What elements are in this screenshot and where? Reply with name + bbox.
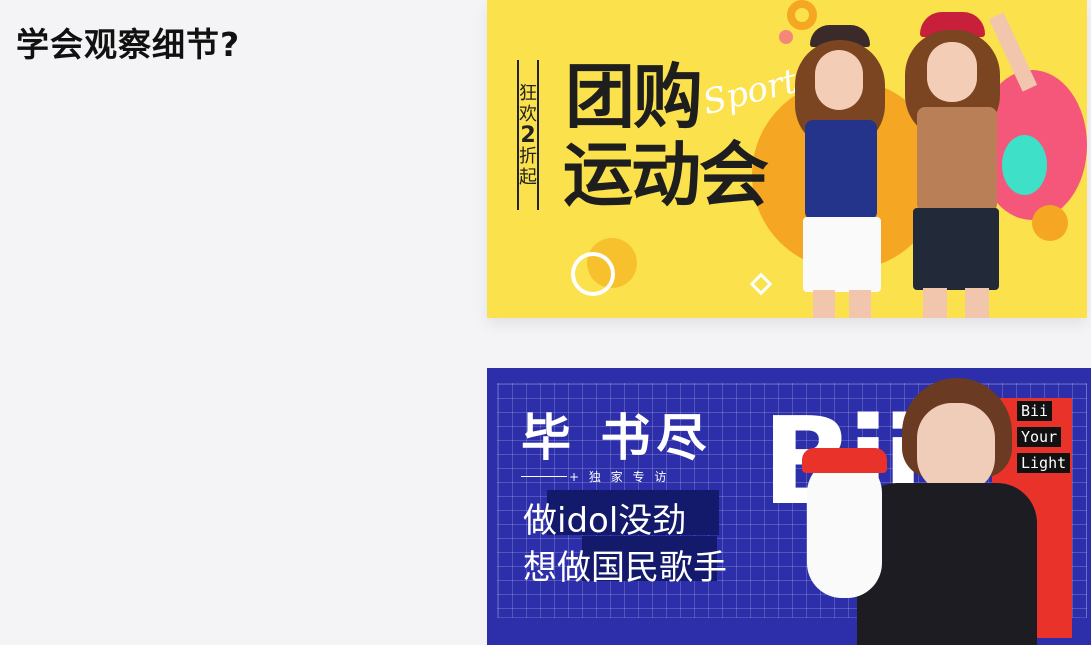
interview-banner: 毕 书尽 + 独 家 专 访 做idol没劲 想做国民歌手 Bii Bii Yo…	[487, 368, 1091, 645]
vertical-char: 2	[520, 122, 536, 148]
headline-line2: 运动会	[563, 133, 769, 216]
artist-name: 毕 书尽	[521, 409, 713, 467]
vertical-char: 起	[519, 166, 537, 188]
model-left	[785, 25, 895, 318]
diamond-decoration	[749, 272, 773, 296]
sports-group-buy-banner: 狂 欢 2 折 起 团购 运动会 Sports	[487, 0, 1087, 318]
tag: Your	[1017, 427, 1062, 447]
vertical-char: 欢	[519, 103, 537, 125]
subtitle-line	[521, 476, 567, 477]
headline-line1: 团购	[565, 55, 703, 138]
discount-vertical-label: 狂 欢 2 折 起	[517, 60, 539, 210]
model-right	[895, 12, 1038, 318]
orange-dot	[1032, 205, 1068, 241]
headline-line1: 做idol没劲	[523, 501, 687, 541]
subtitle: + 独 家 专 访	[569, 470, 670, 484]
headline-line2: 想做国民歌手	[523, 548, 727, 588]
tag: Light	[1017, 453, 1071, 473]
slide-title: 学会观察细节?	[16, 25, 241, 64]
vertical-char: 折	[519, 145, 537, 167]
tag: Bii	[1017, 401, 1053, 421]
artist-photo	[802, 378, 1037, 645]
white-ring	[571, 252, 615, 296]
plush-toy	[807, 458, 882, 598]
tag-list: Bii Your Light	[1017, 401, 1071, 479]
vertical-char: 狂	[519, 82, 537, 104]
